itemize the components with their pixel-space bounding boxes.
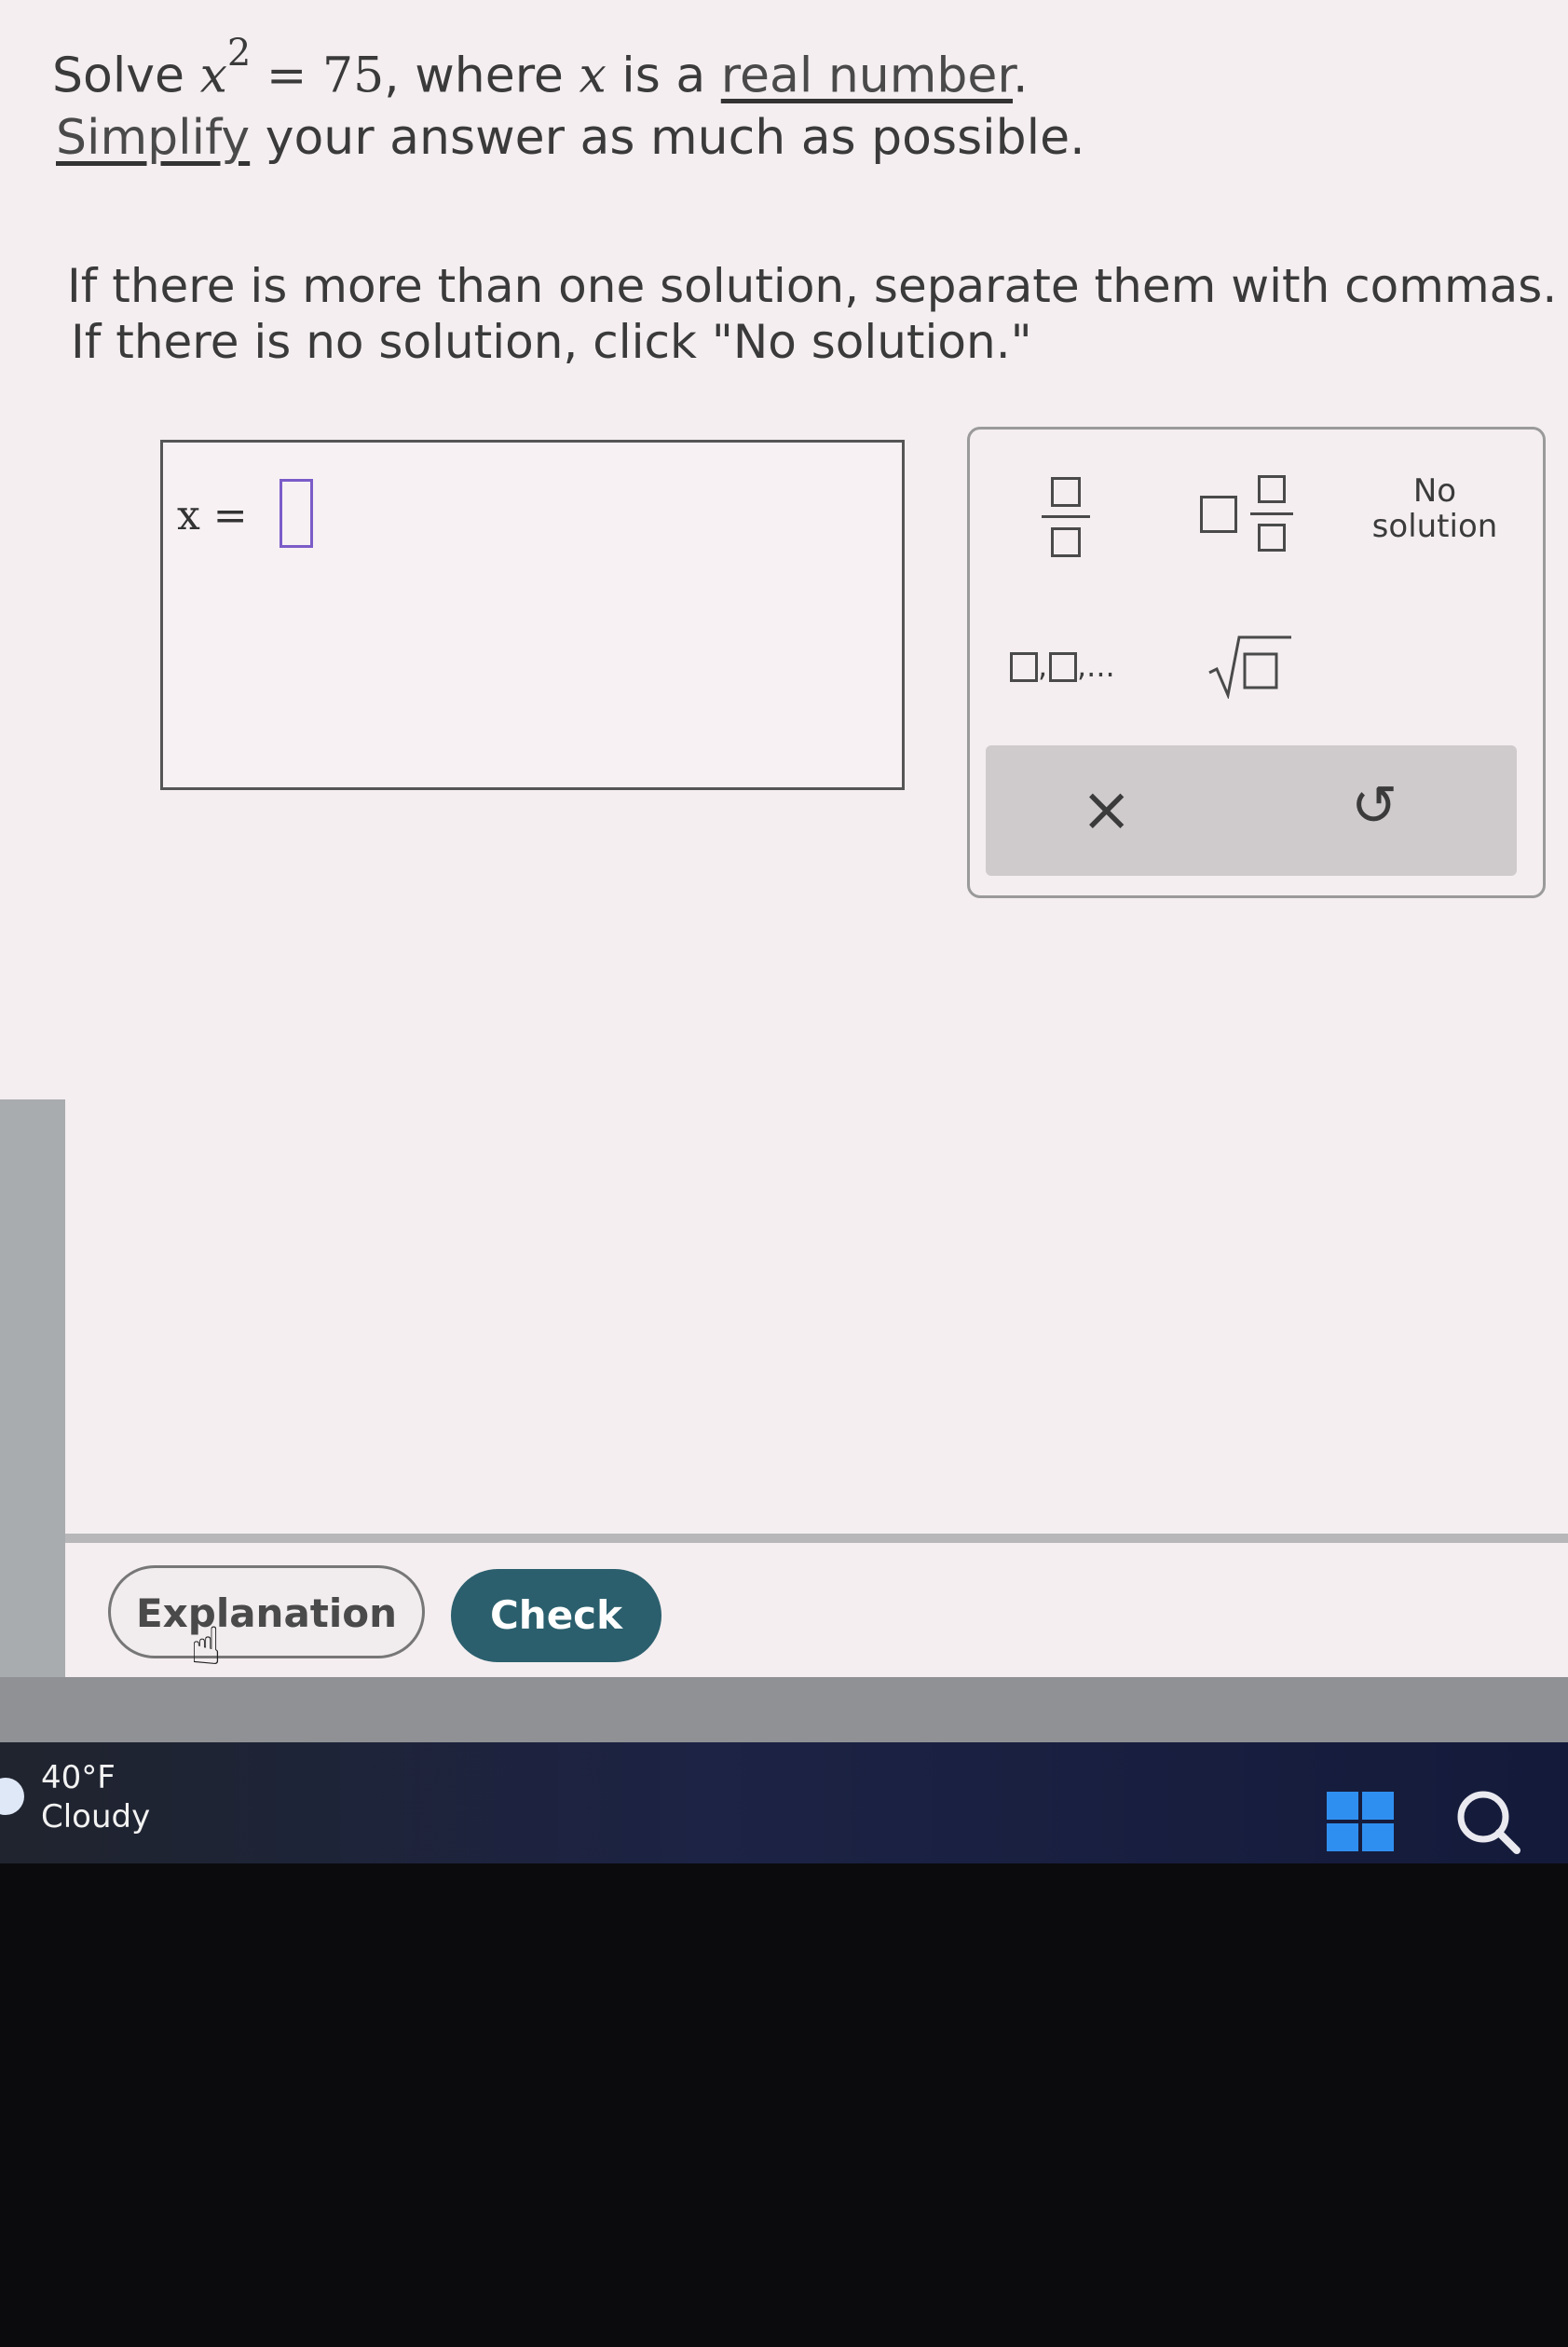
no-solution-label: No bbox=[1412, 472, 1457, 510]
question-text: is a bbox=[606, 48, 721, 104]
windows-start-icon-pane bbox=[1327, 1823, 1358, 1851]
question-page: Solve x2 = 75, where x is a real number.… bbox=[0, 0, 1568, 1677]
mixed-number-icon bbox=[1176, 471, 1297, 555]
question-text: Solve bbox=[52, 48, 200, 104]
list-button[interactable]: , ,... bbox=[1010, 648, 1127, 695]
clear-button[interactable]: × bbox=[1081, 773, 1132, 845]
screen-edge bbox=[0, 1099, 65, 1742]
search-icon bbox=[1453, 1791, 1522, 1872]
windows-start-icon bbox=[1327, 1792, 1358, 1820]
question-line-1: Solve x2 = 75, where x is a real number. bbox=[52, 32, 1029, 104]
hand-cursor-icon: ☝ bbox=[190, 1617, 223, 1677]
variable: x bbox=[579, 48, 607, 104]
list-icon: , ,... bbox=[1010, 648, 1127, 695]
windows-start-icon-pane bbox=[1362, 1792, 1394, 1820]
windows-start-icon-pane bbox=[1362, 1823, 1394, 1851]
square-root-button[interactable] bbox=[1207, 632, 1293, 701]
close-icon: × bbox=[1081, 773, 1133, 845]
variable: x bbox=[199, 48, 227, 104]
equation-rest: = 75 bbox=[251, 48, 385, 104]
question-text: . bbox=[1013, 48, 1029, 104]
no-solution-label: solution bbox=[1371, 508, 1498, 545]
answer-input[interactable] bbox=[280, 479, 313, 548]
question-text: , where bbox=[384, 48, 579, 104]
search-button[interactable] bbox=[1453, 1787, 1522, 1872]
start-button[interactable] bbox=[1327, 1792, 1394, 1851]
fraction-button[interactable] bbox=[1040, 477, 1092, 561]
window-bottom-strip bbox=[0, 1677, 1568, 1742]
keypad-action-row bbox=[986, 745, 1517, 876]
weather-condition[interactable]: Cloudy bbox=[41, 1798, 150, 1835]
divider bbox=[47, 1534, 1568, 1543]
instruction-line-1: If there is more than one solution, sepa… bbox=[67, 259, 1558, 313]
no-solution-button[interactable]: No solution bbox=[1360, 473, 1509, 544]
real-number-link[interactable]: real number bbox=[721, 48, 1013, 103]
mixed-number-button[interactable] bbox=[1176, 471, 1297, 555]
square-root-icon bbox=[1207, 632, 1293, 703]
answer-area[interactable] bbox=[160, 440, 905, 790]
answer-label: x = bbox=[177, 492, 248, 539]
undo-icon: ↺ bbox=[1351, 773, 1398, 839]
undo-button[interactable]: ↺ bbox=[1351, 773, 1398, 839]
monitor-bezel bbox=[0, 1863, 1568, 2347]
weather-temperature[interactable]: 40°F bbox=[41, 1759, 116, 1796]
question-line-2: Simplify your answer as much as possible… bbox=[56, 110, 1085, 166]
question-text: your answer as much as possible. bbox=[250, 110, 1085, 166]
instruction-line-2: If there is no solution, click "No solut… bbox=[71, 315, 1032, 369]
fraction-icon bbox=[1040, 477, 1092, 561]
check-button[interactable]: Check bbox=[451, 1569, 661, 1662]
simplify-link[interactable]: Simplify bbox=[56, 110, 250, 166]
exponent: 2 bbox=[226, 32, 252, 75]
explanation-button[interactable]: Explanation bbox=[108, 1565, 425, 1658]
